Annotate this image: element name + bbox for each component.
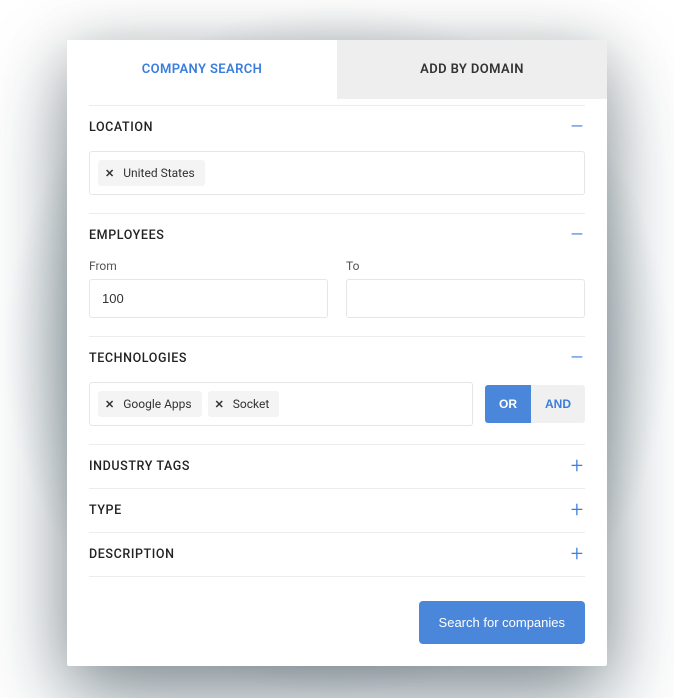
chip-label: Socket	[233, 397, 270, 411]
search-form: LOCATION – ✕ United States EMPLOYEES –	[67, 99, 607, 666]
employees-from-label: From	[89, 259, 328, 273]
section-employees: EMPLOYEES – From To	[89, 214, 585, 337]
technologies-input[interactable]: ✕ Google Apps ✕ Socket	[89, 382, 473, 426]
company-search-card: COMPANY SEARCH ADD BY DOMAIN LOCATION – …	[67, 40, 607, 666]
section-header-location[interactable]: LOCATION –	[89, 106, 585, 145]
actions-row: Search for companies	[89, 577, 585, 644]
section-title: INDUSTRY TAGS	[89, 459, 190, 474]
logic-or-button[interactable]: OR	[485, 385, 531, 423]
minus-icon: –	[569, 354, 585, 364]
technology-chip: ✕ Google Apps	[98, 391, 202, 417]
section-title: EMPLOYEES	[89, 228, 164, 243]
close-icon[interactable]: ✕	[215, 398, 224, 411]
location-chip: ✕ United States	[98, 160, 205, 186]
employees-to-label: To	[346, 259, 585, 273]
minus-icon: –	[569, 123, 585, 133]
section-header-technologies[interactable]: TECHNOLOGIES –	[89, 337, 585, 376]
employees-from-input[interactable]	[89, 279, 328, 318]
chip-label: Google Apps	[123, 397, 191, 411]
section-technologies: TECHNOLOGIES – ✕ Google Apps ✕ Socket	[89, 337, 585, 445]
close-icon[interactable]: ✕	[105, 398, 114, 411]
section-header-employees[interactable]: EMPLOYEES –	[89, 214, 585, 253]
section-title: DESCRIPTION	[89, 547, 175, 562]
section-title: LOCATION	[89, 120, 153, 135]
search-button[interactable]: Search for companies	[419, 601, 585, 644]
plus-icon: +	[569, 550, 585, 560]
section-industry-tags: INDUSTRY TAGS +	[89, 445, 585, 489]
logic-toggle: OR AND	[485, 385, 585, 423]
logic-and-button[interactable]: AND	[531, 385, 585, 423]
technology-chip: ✕ Socket	[208, 391, 280, 417]
plus-icon: +	[569, 506, 585, 516]
minus-icon: –	[569, 231, 585, 241]
plus-icon: +	[569, 462, 585, 472]
section-title: TYPE	[89, 503, 122, 518]
close-icon[interactable]: ✕	[105, 167, 114, 180]
section-description: DESCRIPTION +	[89, 533, 585, 577]
section-title: TECHNOLOGIES	[89, 351, 187, 366]
tab-company-search[interactable]: COMPANY SEARCH	[67, 40, 337, 99]
section-header-type[interactable]: TYPE +	[89, 489, 585, 532]
section-header-description[interactable]: DESCRIPTION +	[89, 533, 585, 576]
employees-to-input[interactable]	[346, 279, 585, 318]
tab-add-by-domain[interactable]: ADD BY DOMAIN	[337, 40, 607, 99]
location-input[interactable]: ✕ United States	[89, 151, 585, 195]
tabs: COMPANY SEARCH ADD BY DOMAIN	[67, 40, 607, 99]
section-header-industry-tags[interactable]: INDUSTRY TAGS +	[89, 445, 585, 488]
section-type: TYPE +	[89, 489, 585, 533]
section-location: LOCATION – ✕ United States	[89, 105, 585, 214]
chip-label: United States	[123, 166, 194, 180]
